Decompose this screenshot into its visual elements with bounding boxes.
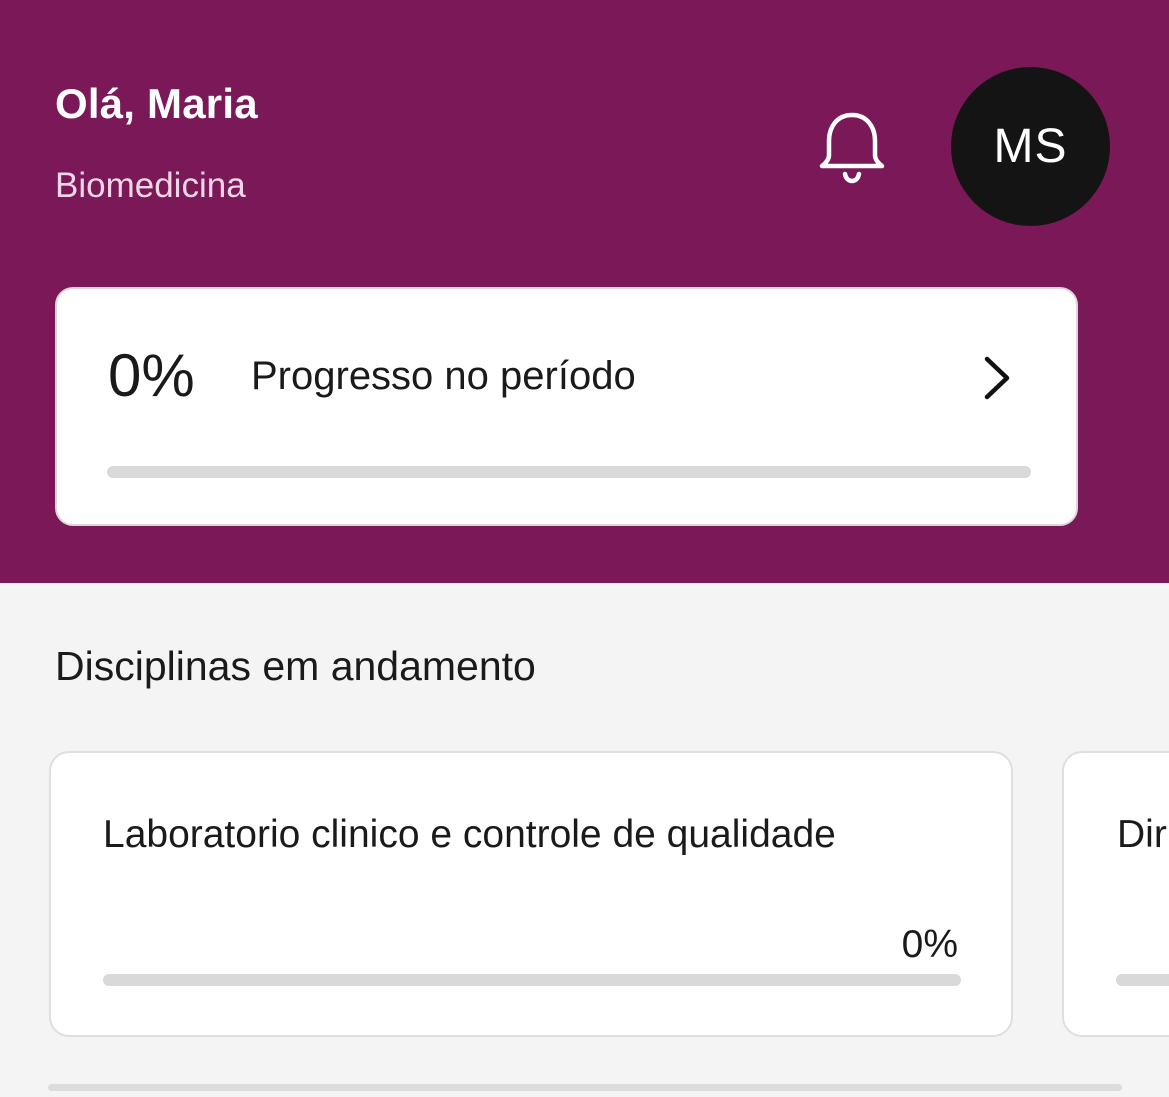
period-progress-label: Progresso no período	[251, 354, 636, 398]
greeting: Olá, Maria	[55, 80, 258, 127]
discipline-progress-bar	[103, 974, 961, 986]
discipline-card[interactable]: Dir	[1062, 751, 1169, 1037]
divider	[48, 1084, 1122, 1091]
period-progress-card[interactable]: 0% Progresso no período	[55, 287, 1078, 526]
discipline-card[interactable]: Laboratorio clinico e controle de qualid…	[49, 751, 1013, 1037]
section-title: Disciplinas em andamento	[55, 643, 536, 689]
home-screen: Olá, Maria Biomedicina MS 0% Progresso n…	[0, 0, 1169, 1097]
discipline-percent: 0%	[901, 923, 958, 966]
discipline-progress-bar	[1116, 974, 1169, 986]
discipline-name: Dir	[1117, 813, 1167, 856]
course-name: Biomedicina	[55, 166, 246, 205]
header: Olá, Maria Biomedicina MS 0% Progresso n…	[0, 0, 1169, 583]
period-progress-percent: 0%	[108, 342, 195, 409]
discipline-name: Laboratorio clinico e controle de qualid…	[103, 813, 836, 856]
period-progress-bar	[107, 466, 1031, 478]
avatar[interactable]: MS	[951, 67, 1110, 226]
bell-icon[interactable]	[812, 108, 892, 188]
chevron-right-icon[interactable]	[977, 353, 1017, 403]
